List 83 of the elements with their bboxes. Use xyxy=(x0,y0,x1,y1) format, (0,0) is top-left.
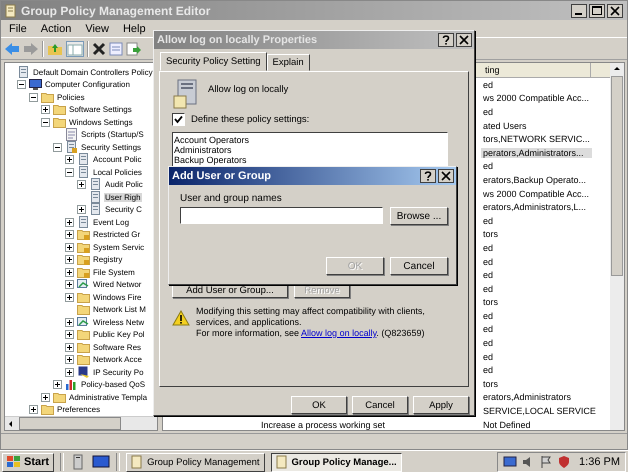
table-cell[interactable]: ed xyxy=(481,256,496,267)
table-cell[interactable]: ws 2000 Compatible Acc... xyxy=(481,93,592,104)
tree-item[interactable]: Wired Networ xyxy=(92,280,142,290)
tab[interactable]: Security Policy Setting xyxy=(160,52,267,71)
taskbar-button[interactable]: Group Policy Management xyxy=(126,452,265,472)
tree-item[interactable]: Restricted Gr xyxy=(92,230,142,240)
column-header[interactable]: ting xyxy=(481,63,591,77)
table-cell[interactable]: tors,NETWORK SERVIC... xyxy=(481,134,592,144)
clock: 1:36 PM xyxy=(579,456,620,468)
table-cell[interactable]: erators,Administrators,L... xyxy=(481,202,588,212)
window-title: Group Policy Management Editor xyxy=(21,4,210,18)
tree-item[interactable]: IP Security Po xyxy=(92,368,145,377)
table-cell[interactable]: ed xyxy=(481,365,496,376)
tree-item[interactable]: Audit Polic xyxy=(104,180,144,190)
table-cell[interactable]: ed xyxy=(481,161,496,172)
tree-item[interactable]: Computer Configuration xyxy=(44,80,131,90)
tree-item[interactable]: Account Polic xyxy=(92,155,142,164)
tree-item[interactable]: Network Acce xyxy=(92,355,143,364)
tree-item[interactable]: Administrative Templa xyxy=(68,392,148,402)
table-cell[interactable]: tors xyxy=(481,378,500,389)
tree-item[interactable]: Preferences xyxy=(56,405,102,414)
table-cell[interactable]: SERVICE,LOCAL SERVICE xyxy=(481,406,598,416)
more-info-text: For more information, see Allow log on locally. (Q823659) xyxy=(196,328,426,339)
dialog-button[interactable]: Cancel xyxy=(352,396,408,414)
table-cell[interactable]: tors xyxy=(481,297,500,308)
table-cell[interactable]: Not Defined xyxy=(481,420,533,430)
tree-item[interactable]: Software Res xyxy=(92,342,142,352)
table-cell[interactable]: ed xyxy=(481,310,496,321)
table-cell[interactable]: tors xyxy=(481,229,500,240)
policy-name: Allow log on locally xyxy=(208,84,288,95)
menu-item[interactable]: File xyxy=(9,22,27,34)
tree-item[interactable]: Scripts (Startup/S xyxy=(80,130,145,140)
tree-item[interactable]: Local Policies xyxy=(92,168,143,177)
policy-name: Increase a process working set xyxy=(261,420,386,430)
tab[interactable]: Explain xyxy=(266,54,310,71)
tree-item[interactable]: Windows Settings xyxy=(68,118,134,127)
table-cell[interactable]: erators,Administrators xyxy=(481,392,574,402)
table-cell[interactable]: ed xyxy=(481,338,496,348)
tree-item[interactable]: Registry xyxy=(92,255,124,264)
table-cell[interactable]: ed xyxy=(481,270,496,280)
table-cell[interactable]: ed xyxy=(481,216,496,226)
tree-item[interactable]: Security Settings xyxy=(80,142,142,152)
dialog-title: Allow log on locally Properties xyxy=(157,34,318,46)
tree-item[interactable]: Public Key Pol xyxy=(92,330,146,340)
table-cell[interactable]: ws 2000 Compatible Acc... xyxy=(481,188,592,199)
tree-item[interactable]: Security C xyxy=(104,205,143,214)
tree-item[interactable]: Wireless Netw xyxy=(92,318,146,327)
tree-item[interactable]: Default Domain Controllers Policy xyxy=(32,68,154,77)
menu-item[interactable]: Action xyxy=(40,22,72,34)
start-button[interactable]: Start xyxy=(2,452,54,472)
policy-link[interactable]: Allow log on locally xyxy=(301,328,376,338)
list-item[interactable]: Account Operators xyxy=(174,135,446,145)
field-label: User and group names xyxy=(180,193,283,204)
checkbox-label: Define these policy settings: xyxy=(191,114,310,125)
table-cell[interactable]: erators,Backup Operato... xyxy=(481,174,588,185)
menu-item[interactable]: Help xyxy=(122,22,146,34)
list-item[interactable]: Administrators xyxy=(174,145,446,155)
tree-item[interactable]: Policies xyxy=(56,92,86,102)
table-cell[interactable]: ed xyxy=(481,324,496,334)
tree-item[interactable]: File System xyxy=(92,268,136,277)
tree-item[interactable]: Network List M xyxy=(92,305,147,314)
tree-item[interactable]: Policy-based QoS xyxy=(80,380,146,390)
table-cell[interactable]: perators,Administrators... xyxy=(481,148,592,158)
tree-item[interactable]: System Servic xyxy=(92,242,146,252)
dialog-button[interactable]: Apply xyxy=(413,396,469,414)
tree-item[interactable]: Event Log xyxy=(92,218,130,227)
list-item[interactable]: Backup Operators xyxy=(174,155,446,165)
tree-item[interactable]: Windows Fire xyxy=(92,292,142,302)
tree-item[interactable]: User Righ xyxy=(104,192,142,202)
browse-button[interactable]: Browse ... xyxy=(390,207,448,225)
menu-item[interactable]: View xyxy=(85,22,109,34)
table-cell[interactable]: ed xyxy=(481,106,496,117)
table-cell[interactable]: ed xyxy=(481,284,496,294)
dialog-button[interactable]: Cancel xyxy=(390,257,448,275)
dialog-button[interactable]: OK xyxy=(291,396,347,414)
table-cell[interactable]: ed xyxy=(481,80,496,90)
taskbar-button[interactable]: Group Policy Manage... xyxy=(270,452,402,472)
dialog-title: Add User or Group xyxy=(172,170,272,182)
table-cell[interactable]: ed xyxy=(481,352,496,362)
tree-item[interactable]: Software Settings xyxy=(68,105,133,114)
table-cell[interactable]: ed xyxy=(481,242,496,253)
warning-text: Modifying this setting may affect compatibility with clients, services, and applications. xyxy=(196,306,426,328)
table-cell[interactable]: ated Users xyxy=(481,120,529,131)
